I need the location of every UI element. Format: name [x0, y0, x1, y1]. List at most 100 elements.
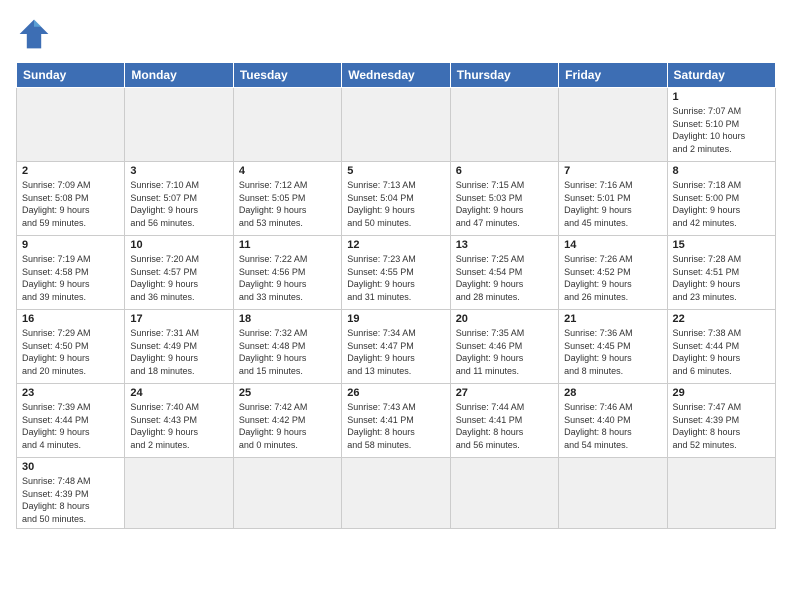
weekday-thursday: Thursday	[450, 63, 558, 88]
calendar-cell: 15 Sunrise: 7:28 AMSunset: 4:51 PMDayligh…	[667, 236, 775, 310]
calendar-cell: 22Sunrise: 7:38 AMSunset: 4:44 PMDayligh…	[667, 310, 775, 384]
calendar-cell: 5 Sunrise: 7:13 AMSunset: 5:04 PMDaylight…	[342, 162, 450, 236]
day-number: 9	[22, 239, 119, 251]
calendar-cell	[125, 458, 233, 529]
day-number: 10	[130, 239, 227, 251]
week-row-2: 2 Sunrise: 7:09 AMSunset: 5:08 PMDaylight…	[17, 162, 776, 236]
day-info: Sunrise: 7:31 AMSunset: 4:49 PMDaylight:…	[130, 327, 227, 377]
calendar-cell: 23 Sunrise: 7:39 AMSunset: 4:44 PMDayligh…	[17, 384, 125, 458]
weekday-monday: Monday	[125, 63, 233, 88]
day-number: 8	[673, 165, 770, 177]
day-number: 3	[130, 165, 227, 177]
day-info: Sunrise: 7:32 AMSunset: 4:48 PMDaylight:…	[239, 327, 336, 377]
calendar-cell: 2 Sunrise: 7:09 AMSunset: 5:08 PMDaylight…	[17, 162, 125, 236]
day-info: Sunrise: 7:38 AMSunset: 4:44 PMDaylight:…	[673, 327, 770, 377]
day-number: 2	[22, 165, 119, 177]
day-number: 25	[239, 387, 336, 399]
day-info: Sunrise: 7:16 AMSunset: 5:01 PMDaylight:…	[564, 179, 661, 229]
calendar-cell: 12Sunrise: 7:23 AMSunset: 4:55 PMDayligh…	[342, 236, 450, 310]
calendar-cell: 25Sunrise: 7:42 AMSunset: 4:42 PMDayligh…	[233, 384, 341, 458]
calendar-cell: 20 Sunrise: 7:35 AMSunset: 4:46 PMDayligh…	[450, 310, 558, 384]
weekday-header-row: SundayMondayTuesdayWednesdayThursdayFrid…	[17, 63, 776, 88]
day-info: Sunrise: 7:35 AMSunset: 4:46 PMDaylight:…	[456, 327, 553, 377]
calendar-cell: 8 Sunrise: 7:18 AMSunset: 5:00 PMDaylight…	[667, 162, 775, 236]
day-info: Sunrise: 7:43 AMSunset: 4:41 PMDaylight:…	[347, 401, 444, 451]
day-number: 6	[456, 165, 553, 177]
calendar-cell: 7Sunrise: 7:16 AMSunset: 5:01 PMDaylight…	[559, 162, 667, 236]
day-number: 27	[456, 387, 553, 399]
week-row-6: 30Sunrise: 7:48 AMSunset: 4:39 PMDayligh…	[17, 458, 776, 529]
day-info: Sunrise: 7:29 AMSunset: 4:50 PMDaylight:…	[22, 327, 119, 377]
week-row-4: 16 Sunrise: 7:29 AMSunset: 4:50 PMDayligh…	[17, 310, 776, 384]
day-info: Sunrise: 7:18 AMSunset: 5:00 PMDaylight:…	[673, 179, 770, 229]
day-number: 14	[564, 239, 661, 251]
day-info: Sunrise: 7:15 AMSunset: 5:03 PMDaylight:…	[456, 179, 553, 229]
day-info: Sunrise: 7:19 AMSunset: 4:58 PMDaylight:…	[22, 253, 119, 303]
calendar-cell: 24 Sunrise: 7:40 AMSunset: 4:43 PMDayligh…	[125, 384, 233, 458]
day-info: Sunrise: 7:34 AMSunset: 4:47 PMDaylight:…	[347, 327, 444, 377]
day-info: Sunrise: 7:09 AMSunset: 5:08 PMDaylight:…	[22, 179, 119, 229]
calendar-cell: 21Sunrise: 7:36 AMSunset: 4:45 PMDayligh…	[559, 310, 667, 384]
day-number: 24	[130, 387, 227, 399]
calendar-cell: 26 Sunrise: 7:43 AMSunset: 4:41 PMDayligh…	[342, 384, 450, 458]
calendar-cell: 1 Sunrise: 7:07 AMSunset: 5:10 PMDaylight…	[667, 88, 775, 162]
day-info: Sunrise: 7:13 AMSunset: 5:04 PMDaylight:…	[347, 179, 444, 229]
logo-icon	[16, 16, 52, 52]
day-info: Sunrise: 7:44 AMSunset: 4:41 PMDaylight:…	[456, 401, 553, 451]
day-info: Sunrise: 7:07 AMSunset: 5:10 PMDaylight:…	[673, 105, 770, 155]
calendar-cell: 13 Sunrise: 7:25 AMSunset: 4:54 PMDayligh…	[450, 236, 558, 310]
calendar-cell	[559, 88, 667, 162]
day-number: 19	[347, 313, 444, 325]
day-number: 4	[239, 165, 336, 177]
calendar-cell	[559, 458, 667, 529]
calendar-cell: 11 Sunrise: 7:22 AMSunset: 4:56 PMDayligh…	[233, 236, 341, 310]
day-number: 23	[22, 387, 119, 399]
calendar-cell	[667, 458, 775, 529]
calendar-cell	[125, 88, 233, 162]
day-info: Sunrise: 7:39 AMSunset: 4:44 PMDaylight:…	[22, 401, 119, 451]
day-number: 5	[347, 165, 444, 177]
weekday-tuesday: Tuesday	[233, 63, 341, 88]
day-info: Sunrise: 7:20 AMSunset: 4:57 PMDaylight:…	[130, 253, 227, 303]
logo	[16, 16, 56, 52]
calendar-cell	[342, 458, 450, 529]
day-number: 13	[456, 239, 553, 251]
day-info: Sunrise: 7:48 AMSunset: 4:39 PMDaylight:…	[22, 475, 119, 525]
day-info: Sunrise: 7:22 AMSunset: 4:56 PMDaylight:…	[239, 253, 336, 303]
day-number: 1	[673, 91, 770, 103]
day-number: 29	[673, 387, 770, 399]
day-info: Sunrise: 7:28 AMSunset: 4:51 PMDaylight:…	[673, 253, 770, 303]
weekday-saturday: Saturday	[667, 63, 775, 88]
week-row-1: 1 Sunrise: 7:07 AMSunset: 5:10 PMDaylight…	[17, 88, 776, 162]
header	[16, 16, 776, 52]
calendar-cell: 10 Sunrise: 7:20 AMSunset: 4:57 PMDayligh…	[125, 236, 233, 310]
calendar-cell: 30Sunrise: 7:48 AMSunset: 4:39 PMDayligh…	[17, 458, 125, 529]
week-row-5: 23 Sunrise: 7:39 AMSunset: 4:44 PMDayligh…	[17, 384, 776, 458]
calendar-table: SundayMondayTuesdayWednesdayThursdayFrid…	[16, 62, 776, 529]
day-info: Sunrise: 7:10 AMSunset: 5:07 PMDaylight:…	[130, 179, 227, 229]
day-info: Sunrise: 7:47 AMSunset: 4:39 PMDaylight:…	[673, 401, 770, 451]
weekday-sunday: Sunday	[17, 63, 125, 88]
calendar-cell: 29 Sunrise: 7:47 AMSunset: 4:39 PMDayligh…	[667, 384, 775, 458]
day-info: Sunrise: 7:26 AMSunset: 4:52 PMDaylight:…	[564, 253, 661, 303]
page: SundayMondayTuesdayWednesdayThursdayFrid…	[0, 0, 792, 612]
day-info: Sunrise: 7:40 AMSunset: 4:43 PMDaylight:…	[130, 401, 227, 451]
day-number: 28	[564, 387, 661, 399]
weekday-wednesday: Wednesday	[342, 63, 450, 88]
day-number: 11	[239, 239, 336, 251]
calendar-cell	[450, 458, 558, 529]
day-number: 20	[456, 313, 553, 325]
day-number: 26	[347, 387, 444, 399]
calendar-cell: 6 Sunrise: 7:15 AMSunset: 5:03 PMDaylight…	[450, 162, 558, 236]
calendar-cell	[233, 458, 341, 529]
day-info: Sunrise: 7:23 AMSunset: 4:55 PMDaylight:…	[347, 253, 444, 303]
calendar-cell: 9 Sunrise: 7:19 AMSunset: 4:58 PMDaylight…	[17, 236, 125, 310]
calendar-cell: 14 Sunrise: 7:26 AMSunset: 4:52 PMDayligh…	[559, 236, 667, 310]
day-info: Sunrise: 7:46 AMSunset: 4:40 PMDaylight:…	[564, 401, 661, 451]
calendar-cell: 19 Sunrise: 7:34 AMSunset: 4:47 PMDayligh…	[342, 310, 450, 384]
day-info: Sunrise: 7:36 AMSunset: 4:45 PMDaylight:…	[564, 327, 661, 377]
day-number: 16	[22, 313, 119, 325]
day-number: 15	[673, 239, 770, 251]
calendar-cell: 16 Sunrise: 7:29 AMSunset: 4:50 PMDayligh…	[17, 310, 125, 384]
day-info: Sunrise: 7:25 AMSunset: 4:54 PMDaylight:…	[456, 253, 553, 303]
